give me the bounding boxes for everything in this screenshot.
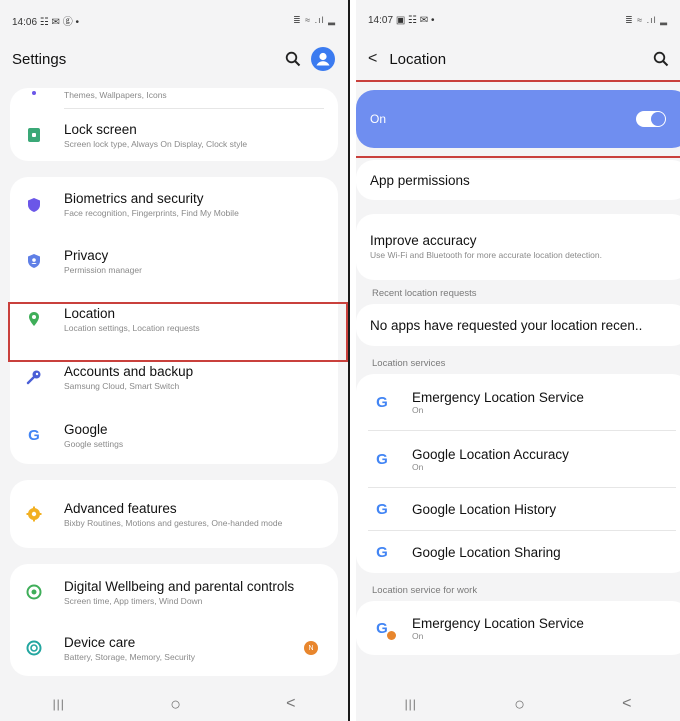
service-google-location-history[interactable]: G Google Location History xyxy=(356,488,680,530)
wellbeing-icon xyxy=(24,582,44,602)
item-title: Lock screen xyxy=(64,121,137,137)
improve-accuracy-subtitle: Use Wi-Fi and Bluetooth for more accurat… xyxy=(370,250,602,260)
service-status: On xyxy=(412,630,424,641)
work-service-emergency-location[interactable]: G Emergency Location Service On xyxy=(356,601,680,655)
status-time: 14:06 xyxy=(12,16,38,28)
home-button[interactable]: ○ xyxy=(170,694,181,715)
google-icon: G xyxy=(370,497,394,521)
recent-requests-text: No apps have requested your location rec… xyxy=(370,317,643,333)
status-notifications: ☷ ✉ ⓖ • xyxy=(39,16,79,28)
service-title: Google Location History xyxy=(412,501,557,517)
recent-apps-button[interactable]: ||| xyxy=(405,697,417,711)
service-title: Emergency Location Service xyxy=(412,389,584,405)
settings-header: Settings xyxy=(0,40,348,78)
work-badge-icon xyxy=(387,631,396,640)
google-icon: G xyxy=(370,390,394,414)
settings-screen: 14:06 ☷ ✉ ⓖ • ≣ ≈ .ıl ▂ Settings Themes,… xyxy=(0,0,350,721)
work-services-card: G Emergency Location Service On xyxy=(356,601,680,655)
improve-accuracy-title: Improve accuracy xyxy=(370,233,477,248)
service-google-location-accuracy[interactable]: G Google Location Accuracy On xyxy=(356,431,680,487)
profile-avatar-icon[interactable] xyxy=(310,46,336,72)
back-button[interactable]: < xyxy=(286,695,295,713)
item-subtitle: Screen time, App timers, Wind Down xyxy=(64,595,203,606)
app-permissions-card[interactable]: App permissions xyxy=(356,160,680,200)
device-care-icon xyxy=(24,638,44,658)
service-title: Emergency Location Service xyxy=(412,615,584,631)
location-header: < Location xyxy=(356,40,680,78)
settings-group-4: Digital Wellbeing and parental controls S… xyxy=(10,564,338,676)
service-google-location-sharing[interactable]: G Google Location Sharing xyxy=(356,531,680,573)
settings-group-1: Themes, Wallpapers, Icons Lock screen Scr… xyxy=(10,88,338,161)
gear-plus-icon xyxy=(24,504,44,524)
service-emergency-location[interactable]: G Emergency Location Service On xyxy=(356,374,680,430)
key-icon xyxy=(24,367,44,387)
google-work-icon: G xyxy=(370,616,396,640)
home-button[interactable]: ○ xyxy=(514,694,525,715)
improve-accuracy-card[interactable]: Improve accuracy Use Wi-Fi and Bluetooth… xyxy=(356,214,680,280)
location-services-label: Location services xyxy=(372,357,446,369)
settings-item-google[interactable]: G Google Google settings xyxy=(10,406,338,464)
location-services-card: G Emergency Location Service On G Google … xyxy=(356,374,680,573)
item-subtitle: Face recognition, Fingerprints, Find My … xyxy=(64,208,239,218)
location-highlight-box xyxy=(8,302,348,362)
google-icon: G xyxy=(370,447,394,471)
page-title: Settings xyxy=(12,50,67,68)
privacy-shield-icon xyxy=(24,251,44,271)
status-bar: 14:07 ▣ ☷ ✉ • ≣ ≈ .ıl ▂ xyxy=(356,0,680,40)
item-subtitle: Samsung Cloud, Smart Switch xyxy=(64,380,180,391)
navigation-bar: ||| ○ < xyxy=(0,687,348,721)
item-subtitle: Permission manager xyxy=(64,264,142,275)
item-subtitle: Battery, Storage, Memory, Security xyxy=(64,651,196,662)
themes-row-partial[interactable]: Themes, Wallpapers, Icons xyxy=(10,88,338,108)
back-arrow-icon[interactable]: < xyxy=(368,50,377,68)
app-permissions-label: App permissions xyxy=(370,172,470,188)
settings-item-advanced-features[interactable]: Advanced features Bixby Routines, Motions… xyxy=(10,480,338,548)
status-indicators: ≣ ≈ .ıl ▂ xyxy=(625,14,668,25)
item-subtitle: Bixby Routines, Motions and gestures, On… xyxy=(64,517,283,528)
item-subtitle: Google settings xyxy=(64,438,124,449)
shield-icon xyxy=(24,195,44,215)
status-indicators: ≣ ≈ .ıl ▂ xyxy=(293,14,336,25)
settings-group-3: Advanced features Bixby Routines, Motions… xyxy=(10,480,338,548)
item-title: Accounts and backup xyxy=(64,363,194,379)
item-title: Google xyxy=(64,421,108,437)
service-title: Google Location Accuracy xyxy=(412,446,569,462)
service-status: On xyxy=(412,461,424,472)
settings-item-privacy[interactable]: Privacy Permission manager xyxy=(10,232,338,290)
back-button[interactable]: < xyxy=(622,695,631,713)
service-status: On xyxy=(412,404,424,415)
item-title: Biometrics and security xyxy=(64,191,204,206)
recent-requests-label: Recent location requests xyxy=(372,287,477,299)
item-title: Privacy xyxy=(64,247,109,263)
settings-item-device-care[interactable]: Device care Battery, Storage, Memory, Sec… xyxy=(10,620,338,676)
toggle-highlight-box xyxy=(356,80,680,158)
status-notifications: ▣ ☷ ✉ • xyxy=(395,14,435,26)
settings-item-biometrics[interactable]: Biometrics and security Face recognition,… xyxy=(10,177,338,232)
status-time: 14:07 xyxy=(368,14,394,26)
recent-apps-button[interactable]: ||| xyxy=(53,697,65,711)
themes-icon xyxy=(24,88,44,108)
status-bar: 14:06 ☷ ✉ ⓖ • ≣ ≈ .ıl ▂ xyxy=(0,0,348,40)
item-title: Advanced features xyxy=(64,500,177,516)
google-icon: G xyxy=(28,426,40,444)
search-icon[interactable] xyxy=(280,46,306,72)
page-title: Location xyxy=(389,50,447,68)
google-icon: G xyxy=(370,540,394,564)
item-title: Device care xyxy=(64,634,136,650)
work-services-label: Location service for work xyxy=(372,584,478,596)
settings-item-digital-wellbeing[interactable]: Digital Wellbeing and parental controls S… xyxy=(10,564,338,620)
item-title: Digital Wellbeing and parental controls xyxy=(64,578,295,594)
lock-icon xyxy=(24,125,44,145)
navigation-bar: ||| ○ < xyxy=(356,687,680,721)
service-title: Google Location Sharing xyxy=(412,544,561,560)
location-screen: 14:07 ▣ ☷ ✉ • ≣ ≈ .ıl ▂ < Location On Ap… xyxy=(356,0,680,721)
item-subtitle: Screen lock type, Always On Display, Clo… xyxy=(64,138,248,149)
notification-badge: N xyxy=(304,641,318,655)
settings-item-lock-screen[interactable]: Lock screen Screen lock type, Always On D… xyxy=(10,109,338,161)
themes-subtitle: Themes, Wallpapers, Icons xyxy=(64,89,167,100)
search-icon[interactable] xyxy=(648,46,674,72)
recent-requests-card: No apps have requested your location rec… xyxy=(356,304,680,346)
